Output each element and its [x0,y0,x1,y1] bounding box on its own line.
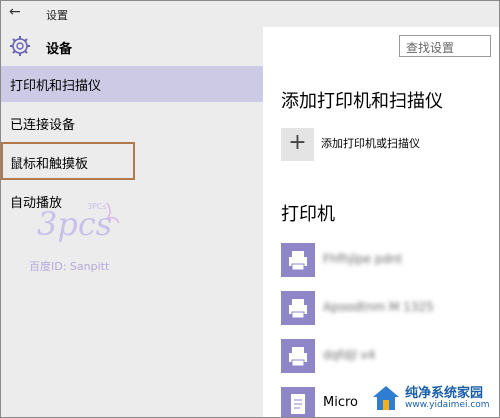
highlight-box [1,142,135,180]
back-arrow-icon[interactable]: ← [9,4,21,20]
house-icon [373,386,399,410]
nav-item-connected-devices[interactable]: 已连接设备 [1,105,263,141]
nav-item-printers-scanners[interactable]: 打印机和扫描仪 [1,66,263,102]
watermark-logo: 3pcs 3PCs [37,202,120,243]
search-input[interactable]: 查找设置 [399,35,491,57]
document-printer-icon [281,387,315,417]
printer-name: Apoodtnm M 1325 [323,300,434,314]
nav-item-label: 打印机和扫描仪 [10,79,102,94]
left-pane: 设备 打印机和扫描仪 已连接设备 鼠标和触摸板 自动播放 3pcs 3PCs 百… [1,27,263,417]
main-content: 添加打印机和扫描仪 + 添加打印机或扫描仪 打印机 Fhfhjlpe pdnt … [263,65,499,417]
watermark-text: 百度ID: Sanpitt [29,260,110,273]
site-logo: 纯净系统家园 www.yidaimei.com [369,381,495,415]
svg-text:3PCs: 3PCs [87,202,107,211]
nav-item-label: 已连接设备 [10,118,76,133]
logo-url: www.yidaimei.com [405,400,490,410]
printer-name: Fhfhjlpe pdnt [323,252,403,266]
printer-name: Micro [323,395,358,410]
printer-icon [281,291,315,325]
search-placeholder: 查找设置 [406,41,455,55]
title-bar: ← 设置 [1,1,499,27]
category-title: 设备 [46,42,73,57]
add-printer-button[interactable]: + [281,128,314,161]
logo-name: 纯净系统家园 [405,386,484,401]
printer-item[interactable]: Fhfhjlpe pdnt [281,243,499,283]
gear-icon [10,36,30,56]
printer-item[interactable]: dqfdjl v4 [281,339,499,379]
add-printer-label[interactable]: 添加打印机或扫描仪 [321,135,420,151]
printer-icon [281,339,315,373]
printer-name: dqfdjl v4 [323,348,376,362]
window-title: 设置 [46,9,68,22]
settings-window: ← 设置 设备 打印机和扫描仪 已连接设备 鼠标和触摸板 自动播放 3pcs 3… [0,0,500,418]
printers-title: 打印机 [281,204,335,225]
add-section-title: 添加打印机和扫描仪 [281,91,443,112]
printer-icon [281,243,315,277]
category-header: 设备 [1,27,263,65]
printer-item[interactable]: Apoodtnm M 1325 [281,291,499,331]
plus-icon: + [288,130,307,155]
